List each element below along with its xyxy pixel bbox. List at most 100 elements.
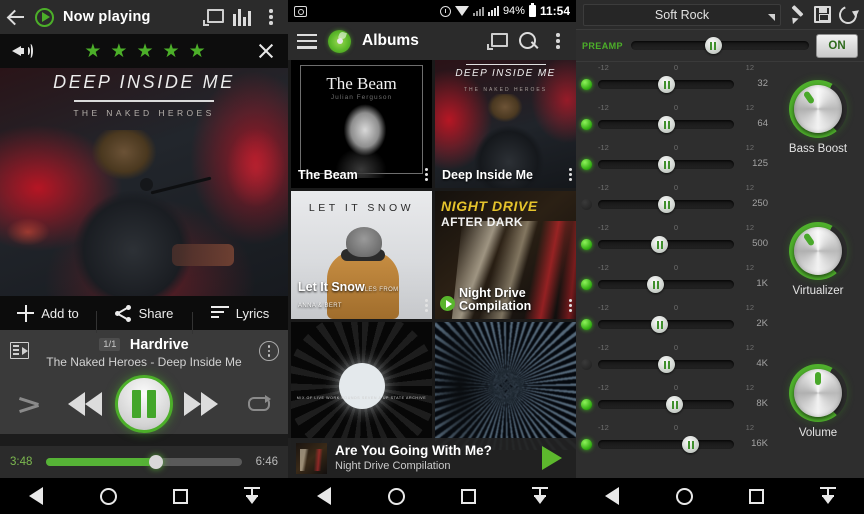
next-button[interactable] (173, 392, 231, 416)
tick-label: -12 (598, 63, 609, 72)
album-card[interactable]: DEEP INSIDE ME THE NAKED HEROES Deep Ins… (435, 60, 576, 188)
knob-dial[interactable] (789, 364, 847, 422)
preamp-slider-thumb[interactable] (704, 37, 722, 54)
share-button[interactable]: Share (96, 304, 192, 333)
back-arrow-icon[interactable] (8, 8, 26, 26)
nav-back-icon[interactable] (599, 483, 625, 509)
pencil-icon[interactable] (789, 6, 806, 23)
nav-recents-icon[interactable] (455, 483, 481, 509)
nav-recents-icon[interactable] (743, 483, 769, 509)
save-icon[interactable] (814, 6, 831, 23)
overflow-menu-icon[interactable] (569, 299, 572, 312)
album-card[interactable]: The Beam Julian Ferguson The Beam (291, 60, 432, 188)
album-card[interactable]: LET IT SNOW Let It SnowLES FROM ANNA & B… (291, 191, 432, 319)
band-led-indicator[interactable] (581, 279, 592, 290)
overflow-menu-icon[interactable] (425, 299, 428, 312)
album-card[interactable]: MIX OF LIVE WORK SOUNDS SEVEN A UP STATE… (291, 322, 432, 450)
overflow-menu-icon[interactable] (425, 168, 428, 181)
band-slider-thumb[interactable] (658, 76, 675, 93)
band-slider-thumb[interactable] (658, 116, 675, 133)
band-slider[interactable] (598, 316, 734, 333)
band-slider[interactable] (598, 236, 734, 253)
knob-control[interactable]: Bass Boost (772, 80, 864, 155)
nav-back-icon[interactable] (311, 483, 337, 509)
band-led-indicator[interactable] (581, 439, 592, 450)
band-led-indicator[interactable] (581, 119, 592, 130)
band-led-indicator[interactable] (581, 159, 592, 170)
preamp-slider[interactable] (631, 37, 809, 54)
band-slider[interactable] (598, 356, 734, 373)
band-slider[interactable] (598, 196, 734, 213)
tick-label: 12 (745, 343, 754, 352)
volume-icon[interactable] (12, 42, 34, 60)
band-slider-thumb[interactable] (651, 236, 669, 253)
band-led-indicator[interactable] (581, 239, 592, 250)
overflow-menu-icon[interactable] (259, 341, 279, 361)
band-slider[interactable] (598, 436, 734, 453)
overflow-menu-icon[interactable] (262, 9, 280, 25)
band-led-indicator[interactable] (581, 319, 592, 330)
nav-download-icon[interactable] (239, 483, 265, 509)
star-rating[interactable]: ★ ★ ★ ★ ★ (34, 42, 256, 61)
nav-home-icon[interactable] (671, 483, 697, 509)
band-slider-thumb[interactable] (658, 196, 675, 213)
seek-slider[interactable] (46, 455, 242, 469)
seek-thumb[interactable] (148, 455, 163, 469)
star-icon[interactable]: ★ (163, 42, 180, 61)
band-slider-thumb[interactable] (651, 316, 669, 333)
knob-dial[interactable] (789, 222, 847, 280)
band-led-indicator[interactable] (581, 399, 592, 410)
band-slider[interactable] (598, 276, 734, 293)
hamburger-menu-icon[interactable] (297, 33, 317, 49)
band-slider-thumb[interactable] (682, 436, 700, 453)
album-card[interactable]: NIGHT DRIVE AFTER DARK Night Drive Compi… (435, 191, 576, 319)
band-slider-thumb[interactable] (658, 356, 675, 373)
album-title: Let It SnowLES FROM ANNA & BERT (291, 276, 432, 319)
band-slider[interactable] (598, 116, 734, 133)
star-icon[interactable]: ★ (189, 42, 206, 61)
album-card[interactable] (435, 322, 576, 450)
overflow-menu-icon[interactable] (569, 168, 572, 181)
band-slider[interactable] (598, 76, 734, 93)
nav-back-icon[interactable] (23, 483, 49, 509)
add-to-button[interactable]: Add to (0, 304, 96, 322)
overflow-menu-icon[interactable] (549, 33, 567, 49)
band-tick-labels: -12 0 12 (598, 143, 754, 153)
cast-icon[interactable] (487, 32, 508, 50)
equalizer-toggle-button[interactable]: ON (816, 33, 858, 58)
nav-recents-icon[interactable] (167, 483, 193, 509)
nav-download-icon[interactable] (527, 483, 553, 509)
knob-dial[interactable] (789, 80, 847, 138)
cast-icon[interactable] (203, 8, 224, 26)
equalizer-band-row: -12 0 12 8K (576, 382, 772, 422)
band-led-indicator[interactable] (581, 359, 592, 370)
mini-player[interactable]: Are You Going With Me? Night Drive Compi… (288, 438, 576, 478)
star-icon[interactable]: ★ (136, 42, 153, 61)
band-led-indicator[interactable] (581, 199, 592, 210)
band-slider-thumb[interactable] (647, 276, 665, 293)
band-led-indicator[interactable] (581, 79, 592, 90)
lyrics-button[interactable]: Lyrics (192, 306, 288, 334)
search-icon[interactable] (519, 31, 538, 51)
repeat-button[interactable] (231, 395, 289, 411)
band-slider-thumb[interactable] (666, 396, 684, 413)
nav-home-icon[interactable] (95, 483, 121, 509)
equalizer-icon[interactable] (233, 8, 253, 26)
band-slider[interactable] (598, 156, 734, 173)
nav-home-icon[interactable] (383, 483, 409, 509)
cover-title-2: AFTER DARK (441, 215, 523, 229)
band-slider[interactable] (598, 396, 734, 413)
preset-dropdown[interactable]: Soft Rock (583, 3, 781, 26)
shuffle-button[interactable] (0, 396, 58, 413)
nav-download-icon[interactable] (815, 483, 841, 509)
close-icon[interactable] (256, 41, 276, 61)
knob-control[interactable]: Volume (772, 364, 864, 439)
band-slider-thumb[interactable] (658, 156, 675, 173)
star-icon[interactable]: ★ (110, 42, 127, 61)
reset-icon[interactable] (836, 2, 860, 27)
star-icon[interactable]: ★ (84, 42, 101, 61)
pause-button[interactable] (115, 375, 173, 433)
knob-control[interactable]: Virtualizer (772, 222, 864, 297)
previous-button[interactable] (58, 392, 116, 416)
play-icon[interactable] (542, 446, 562, 470)
